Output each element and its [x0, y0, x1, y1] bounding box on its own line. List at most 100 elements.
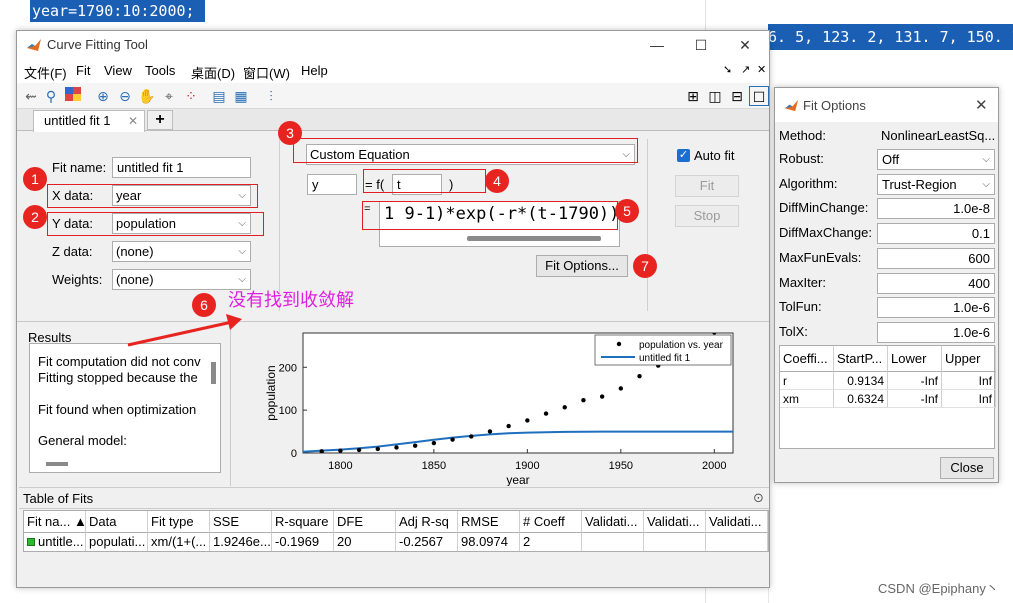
fit-option-input[interactable]: 600	[877, 248, 995, 269]
fits-column-header[interactable]: Adj R-sq	[396, 511, 458, 533]
tab-close-icon[interactable]: ✕	[128, 111, 138, 131]
fit-option-input[interactable]: 1.0e-8	[877, 198, 995, 219]
axes-limits-icon[interactable]: ⫶	[261, 86, 281, 106]
undock-icon[interactable]: ➘	[723, 63, 732, 76]
collapse-chevron-icon[interactable]: ⊙	[753, 490, 764, 506]
coef-column-header[interactable]: Upper	[942, 346, 996, 372]
z-data-select[interactable]: (none) ⌵	[112, 241, 251, 262]
exclude-outliers-icon[interactable]: ⚲	[41, 86, 61, 106]
results-textbox[interactable]: Fit computation did not conv Fitting sto…	[29, 343, 221, 473]
fits-column-header[interactable]: SSE	[210, 511, 272, 533]
coef-cell[interactable]: -Inf	[888, 372, 942, 390]
coef-cell[interactable]: r	[780, 372, 834, 390]
fit-option-input[interactable]: 0.1	[877, 223, 995, 244]
fits-column-header[interactable]: DFE	[334, 511, 396, 533]
fits-table-cell[interactable]	[582, 533, 644, 551]
fits-column-header[interactable]: Fit na... ▲	[24, 511, 86, 533]
matlab-logo-icon	[27, 39, 41, 51]
fits-table-cell[interactable]: xm/(1+(...	[148, 533, 210, 551]
results-hscroll[interactable]	[46, 462, 68, 466]
close-window-button[interactable]: ✕	[725, 33, 765, 57]
editor-selected-line-2[interactable]: 6. 5, 123. 2, 131. 7, 150. 7, 179.	[768, 24, 1013, 50]
layout-grid-icon[interactable]: ⊞	[683, 86, 703, 106]
fits-column-header[interactable]: Validati...	[644, 511, 706, 533]
colormap-icon[interactable]	[63, 86, 83, 106]
y-tick-label: 100	[279, 405, 297, 417]
data-tip-icon[interactable]: ⌖	[159, 86, 179, 106]
fits-table-cell[interactable]: 98.0974	[458, 533, 520, 551]
legend-icon[interactable]: ▤	[209, 86, 229, 106]
highlight-x-data	[47, 184, 258, 208]
brush-icon[interactable]: ⁘	[181, 86, 201, 106]
fits-column-header[interactable]: Validati...	[582, 511, 644, 533]
layout-columns-icon[interactable]: ◫	[705, 86, 725, 106]
dependent-variable-input[interactable]: y	[307, 174, 357, 195]
results-vscroll[interactable]	[211, 362, 216, 384]
fits-column-header[interactable]: # Coeff	[520, 511, 582, 533]
fits-table-cell[interactable]: 1.9246e...	[210, 533, 272, 551]
menu-file[interactable]: 文件(F)	[24, 63, 67, 82]
fits-table-cell[interactable]: -0.1969	[272, 533, 334, 551]
fit-options-close-icon[interactable]: ✕	[975, 96, 988, 114]
pan-hand-icon[interactable]: ✋	[137, 86, 157, 106]
fit-option-select[interactable]: Off ⌵	[877, 149, 995, 170]
data-cursor-icon[interactable]: ⇜	[21, 86, 41, 106]
fits-column-header[interactable]: Fit type	[148, 511, 210, 533]
fit-button[interactable]: Fit	[675, 175, 739, 197]
zoom-out-icon[interactable]: ⊖	[115, 86, 135, 106]
editor-selected-line-1[interactable]: year=1790:10:2000;	[30, 0, 205, 22]
maximize-button[interactable]: ☐	[681, 33, 721, 57]
fit-option-input[interactable]: 1.0e-6	[877, 297, 995, 318]
minimize-button[interactable]: —	[637, 33, 677, 57]
auto-fit-checkbox[interactable]: ✓	[677, 149, 690, 162]
fits-table-cell[interactable]	[644, 533, 706, 551]
fit-name-input[interactable]: untitled fit 1	[112, 157, 251, 178]
menu-window[interactable]: 窗口(W)	[243, 63, 290, 82]
menu-desktop[interactable]: 桌面(D)	[191, 63, 235, 82]
equation-scrollbar[interactable]	[467, 236, 601, 241]
coef-cell[interactable]: xm	[780, 390, 834, 408]
fit-option-select[interactable]: Trust-Region ⌵	[877, 174, 995, 195]
fits-table-cell[interactable]: populati...	[86, 533, 148, 551]
table-of-fits-title: Table of Fits	[23, 491, 94, 506]
fits-table-cell[interactable]	[706, 533, 768, 551]
menu-view[interactable]: View	[104, 63, 132, 78]
fit-option-input[interactable]: 400	[877, 273, 995, 294]
layout-rows-icon[interactable]: ⊟	[727, 86, 747, 106]
stop-button[interactable]: Stop	[675, 205, 739, 227]
grid-icon[interactable]: ▦	[231, 86, 251, 106]
menu-fit[interactable]: Fit	[76, 63, 90, 78]
layout-single-icon[interactable]: ☐	[749, 86, 769, 106]
fit-option-value-text: 1.0e-6	[953, 300, 990, 315]
fit-options-title-bar[interactable]: Fit Options ✕	[775, 88, 998, 122]
fits-table-cell[interactable]: 2	[520, 533, 582, 551]
title-bar[interactable]: Curve Fitting Tool — ☐ ✕	[17, 31, 769, 59]
coef-cell[interactable]: Inf	[942, 372, 996, 390]
new-fit-tab-button[interactable]: +	[147, 110, 173, 130]
fit-option-input[interactable]: 1.0e-6	[877, 322, 995, 343]
zoom-in-icon[interactable]: ⊕	[93, 86, 113, 106]
fits-table-cell[interactable]: -0.2567	[396, 533, 458, 551]
coef-column-header[interactable]: StartP...	[834, 346, 888, 372]
coef-cell[interactable]: -Inf	[888, 390, 942, 408]
fit-options-button[interactable]: Fit Options...	[536, 255, 628, 277]
fits-column-header[interactable]: R-square	[272, 511, 334, 533]
menu-close-icon[interactable]: ✕	[757, 63, 766, 76]
tab-untitled-fit-1[interactable]: untitled fit 1 ✕	[33, 110, 145, 132]
fits-column-header[interactable]: Data	[86, 511, 148, 533]
menu-tools[interactable]: Tools	[145, 63, 175, 78]
coef-cell[interactable]: Inf	[942, 390, 996, 408]
coef-column-header[interactable]: Coeffi...	[780, 346, 834, 372]
fits-column-header[interactable]: Validati...	[706, 511, 768, 533]
menu-help[interactable]: Help	[301, 63, 328, 78]
x-tick-label: 1850	[422, 460, 446, 472]
badge-7: 7	[633, 254, 657, 278]
coef-cell[interactable]: 0.6324	[834, 390, 888, 408]
fits-table-cell[interactable]: 20	[334, 533, 396, 551]
fits-column-header[interactable]: RMSE	[458, 511, 520, 533]
fit-plot[interactable]: 1800 1850 1900 1950 2000 0 100 200 year populatio…	[233, 321, 769, 487]
coef-column-header[interactable]: Lower	[888, 346, 942, 372]
coef-cell[interactable]: 0.9134	[834, 372, 888, 390]
fit-options-close-button[interactable]: Close	[940, 457, 994, 479]
dock-icon[interactable]: ↗	[741, 63, 750, 76]
